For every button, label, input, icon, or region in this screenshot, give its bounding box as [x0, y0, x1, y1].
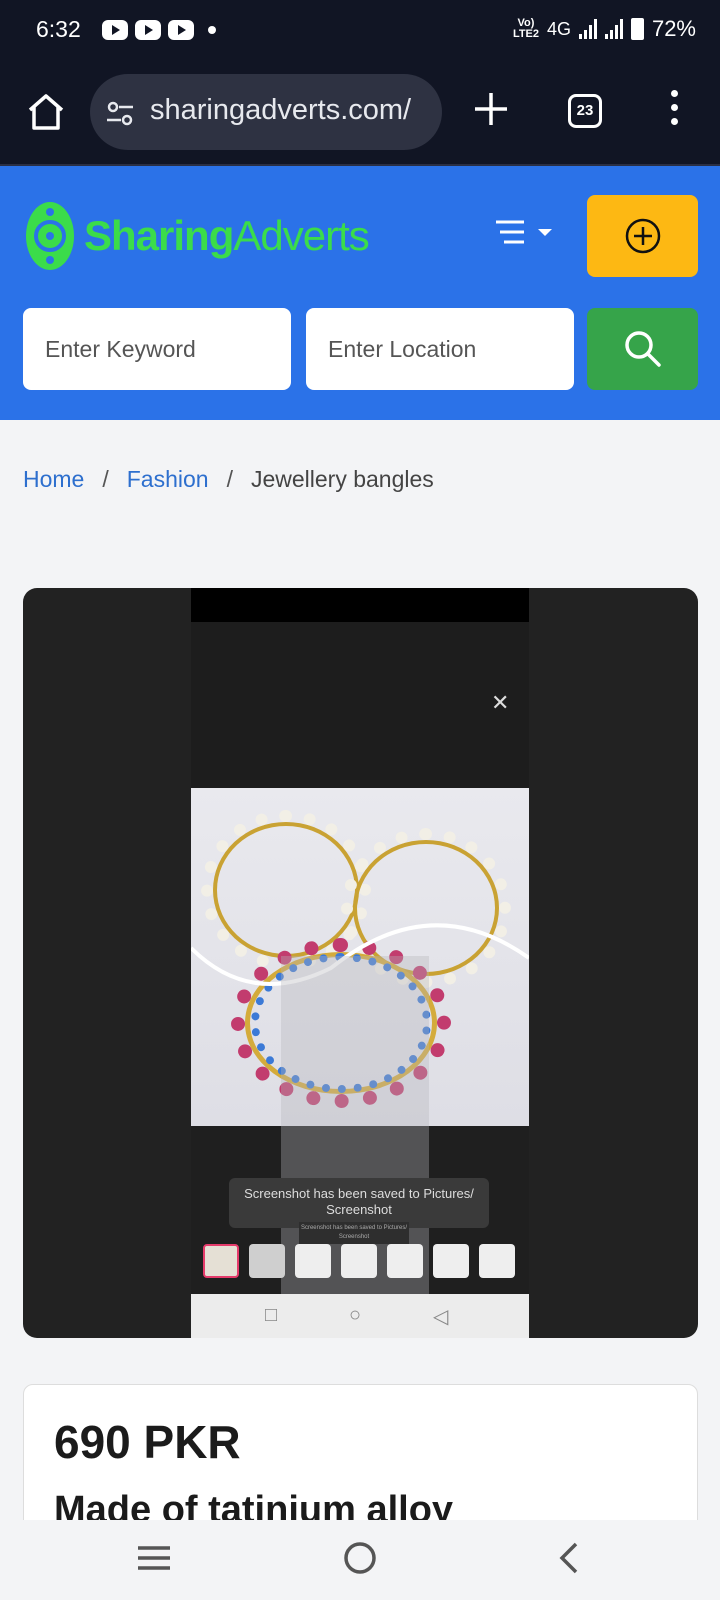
- breadcrumb-fashion[interactable]: Fashion: [127, 466, 209, 492]
- image-topbar: [191, 588, 529, 622]
- tabs-icon[interactable]: 23: [568, 94, 602, 128]
- site-header: SharingAdverts: [0, 166, 720, 420]
- search-icon: [625, 331, 661, 367]
- signal-icon: [604, 19, 623, 39]
- logo-text-part1: Sharing: [84, 212, 234, 259]
- breadcrumb-separator: /: [102, 466, 109, 492]
- plus-icon[interactable]: [470, 88, 512, 130]
- thumbnail: [341, 1244, 377, 1278]
- volte-indicator: Vo) LTE2: [512, 17, 540, 40]
- more-vert-icon[interactable]: [670, 90, 680, 130]
- nav-home-icon[interactable]: [342, 1540, 378, 1576]
- browser-toolbar: sharingadverts.com/ 23: [0, 62, 720, 166]
- nav-back-icon[interactable]: [552, 1540, 588, 1576]
- url-text: sharingadverts.com/: [150, 94, 412, 126]
- youtube-notification-icon: [135, 20, 161, 40]
- breadcrumb: Home / Fashion / Jewellery bangles: [23, 466, 434, 493]
- screenshot-toast-small: Screenshot has been saved to Pictures/ S…: [299, 1222, 409, 1244]
- product-image-gallery[interactable]: ✕ Screenshot has been saved to Pictures/…: [23, 588, 698, 1338]
- image-dark-area: ✕: [191, 622, 529, 788]
- thumbnail-strip: [203, 1244, 515, 1278]
- breadcrumb-home[interactable]: Home: [23, 466, 84, 492]
- thumbnail: [295, 1244, 331, 1278]
- address-bar[interactable]: sharingadverts.com/: [90, 74, 442, 150]
- home-icon: ○: [349, 1304, 362, 1326]
- battery-level: 72%: [651, 16, 696, 41]
- tune-icon[interactable]: [104, 98, 136, 130]
- youtube-notification-icon: [168, 20, 194, 40]
- logo-text: SharingAdverts: [84, 212, 370, 260]
- home-icon[interactable]: [22, 88, 70, 136]
- post-ad-button[interactable]: [587, 195, 698, 277]
- breadcrumb-separator: /: [226, 466, 233, 492]
- more-notifications-icon: [208, 26, 216, 34]
- logo-text-part2: Adverts: [233, 212, 369, 259]
- logo-icon: [26, 202, 74, 270]
- add-circle-icon: [625, 218, 661, 254]
- system-nav-bar: [0, 1520, 720, 1600]
- youtube-notification-icon: [102, 20, 128, 40]
- status-time: 6:32: [36, 16, 81, 42]
- thumbnail: [479, 1244, 515, 1278]
- thumbnail: [203, 1244, 239, 1278]
- thumbnail: [387, 1244, 423, 1278]
- location-input[interactable]: [306, 308, 574, 390]
- recents-icon: □: [265, 1304, 278, 1326]
- listing-price: 690 PKR: [54, 1416, 241, 1468]
- thumbnail: [249, 1244, 285, 1278]
- thumbnail: [433, 1244, 469, 1278]
- search-button[interactable]: [587, 308, 698, 390]
- close-icon: ✕: [491, 690, 510, 715]
- screenshot-toast: Screenshot has been saved to Pictures/ S…: [229, 1178, 489, 1228]
- breadcrumb-current: Jewellery bangles: [250, 466, 434, 492]
- back-icon: ◁: [433, 1306, 449, 1328]
- keyword-input[interactable]: [23, 308, 291, 390]
- nav-menu-icon[interactable]: [136, 1540, 172, 1576]
- battery-icon: [630, 18, 644, 40]
- status-bar: 6:32 Vo) LTE2 4G 72%: [0, 0, 720, 62]
- product-image: ✕ Screenshot has been saved to Pictures/…: [191, 588, 529, 1338]
- network-type: 4G: [546, 18, 571, 39]
- signal-icon: [578, 19, 597, 39]
- site-logo[interactable]: SharingAdverts: [24, 198, 370, 274]
- image-nav-bar: □ ○ ◁: [191, 1294, 529, 1338]
- menu-icon[interactable]: [490, 214, 560, 254]
